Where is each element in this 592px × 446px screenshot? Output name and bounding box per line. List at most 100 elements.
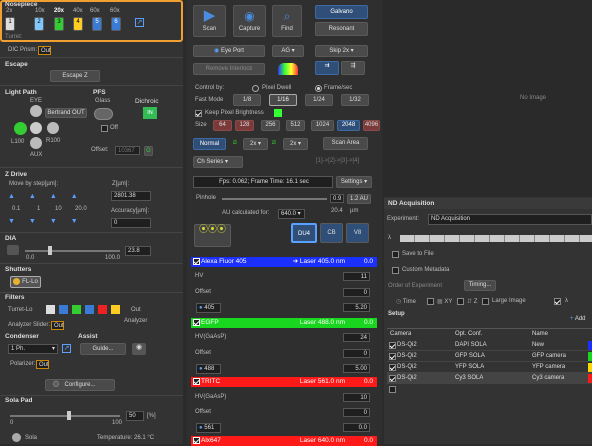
ratio-1-24[interactable]: 1/24 [305, 94, 333, 106]
nd-tab-xy-checkbox[interactable] [457, 298, 464, 305]
row-checkbox[interactable] [389, 353, 396, 360]
size-4096[interactable]: 4096 [363, 120, 380, 131]
eye-port-knob[interactable] [30, 105, 42, 117]
pfs-off-checkbox[interactable] [101, 125, 108, 132]
lambda-bar[interactable] [400, 235, 592, 242]
nd-tab-time[interactable]: ◷ Time [396, 298, 416, 305]
ch2-wl-value[interactable]: 5.00 [343, 364, 370, 373]
row-checkbox[interactable] [389, 375, 396, 382]
skip-select[interactable]: Skip 2x ▾ [315, 45, 368, 57]
sola-value[interactable]: 50 [126, 411, 144, 421]
nd-tab-lambda-checkbox[interactable] [554, 298, 561, 305]
analyzer-slider-value[interactable]: Out [51, 321, 64, 330]
ch2-hv-value[interactable]: 24 [343, 333, 370, 342]
pinhole-value[interactable]: 0.9 [330, 194, 344, 203]
spectrum-icon[interactable] [278, 63, 298, 75]
step-1[interactable]: 1 [37, 206, 40, 212]
z-up-icons[interactable]: ▲▲▲▲ [8, 193, 98, 201]
dia-value[interactable]: 23.8 [125, 246, 151, 256]
accuracy-field[interactable]: 0 [111, 218, 151, 228]
find-button[interactable]: ⌕ Find [272, 5, 302, 37]
sola-slider[interactable] [10, 415, 120, 417]
aux-knob[interactable] [30, 137, 42, 149]
z-down-icons[interactable]: ▼▼▼▼ [8, 218, 98, 226]
ch1-offset-value[interactable]: 0 [343, 288, 370, 297]
objective-4[interactable]: 4 [73, 17, 83, 31]
pinhole-slider[interactable] [222, 198, 327, 200]
dic-value[interactable]: Out [38, 46, 51, 55]
detector-selector-button[interactable]: ⦿⦿⦿ [194, 224, 231, 247]
dichroic-in-button[interactable]: IN [143, 107, 157, 119]
filter-cube-3[interactable] [72, 305, 81, 314]
keep-brightness-checkbox[interactable] [195, 110, 202, 117]
scan-button[interactable]: ▶ Scan [193, 5, 226, 37]
step-20[interactable]: 20.0 [75, 206, 87, 212]
channel-405-bar[interactable]: Alexa Fluor 405 ➜ Laser 405.0 nm 0.0 [191, 257, 377, 267]
dia-slider-thumb[interactable] [48, 246, 52, 255]
add-button[interactable]: + Add [570, 316, 586, 322]
au-calc-field[interactable]: 640.0 ▾ [278, 209, 305, 219]
ch1-wl-value[interactable]: 5.20 [343, 303, 370, 312]
custom-metadata-checkbox[interactable] [392, 267, 399, 274]
normal-button[interactable]: Normal [193, 138, 226, 150]
nd-tab-xy[interactable]: ▦ XY [437, 298, 452, 305]
v8-button[interactable]: V8 [346, 223, 369, 243]
bertrand-button[interactable]: Bertrand OUT [45, 108, 87, 118]
ch1-wl[interactable]: ● 405 [196, 303, 221, 313]
channel-640-checkbox[interactable] [193, 437, 200, 444]
eye-port-button[interactable]: ◉ Eye Port [193, 45, 265, 57]
table-row[interactable] [387, 340, 592, 351]
ch-series-select[interactable]: Ch Series ▾ [193, 156, 243, 168]
row-checkbox[interactable] [389, 342, 396, 349]
ch3-wl-value[interactable]: 0.0 [343, 423, 370, 432]
filter-cube-4[interactable] [85, 305, 94, 314]
zoom-select-2[interactable]: 2x ▾ [283, 138, 308, 150]
channel-488-checkbox[interactable] [193, 319, 200, 326]
pinhole-au-button[interactable]: 1.2 AU [347, 194, 371, 204]
ch1-hv-value[interactable]: 11 [343, 272, 370, 281]
scan-area-button[interactable]: Scan Area [323, 137, 368, 150]
filter-cube-1[interactable] [46, 305, 55, 314]
filter-cube-6[interactable] [111, 305, 120, 314]
fl-lo-shutter[interactable]: FL-Lo [10, 276, 41, 288]
guide-button[interactable]: Guide... [80, 343, 126, 355]
nd-tab-time-checkbox[interactable] [427, 298, 434, 305]
sola-slider-thumb[interactable] [67, 411, 71, 420]
size-64[interactable]: 64 [213, 120, 232, 131]
channel-640-bar[interactable]: Alx647 Laser 640.0 nm 0.0 [191, 436, 377, 446]
objective-3[interactable]: 3 [54, 17, 64, 31]
remove-interlock-button[interactable]: Remove Interlock [193, 63, 265, 75]
camera-icon[interactable]: ◉ [132, 343, 146, 355]
channel-405-checkbox[interactable] [193, 258, 200, 265]
resonant-button[interactable]: Resonant [315, 22, 368, 36]
dia-lamp-icon[interactable] [7, 245, 19, 255]
galvano-button[interactable]: Galvano [315, 5, 368, 19]
objective-2[interactable]: 2 [34, 17, 44, 31]
filter-cube-2[interactable] [59, 305, 68, 314]
size-512[interactable]: 512 [286, 120, 305, 131]
filter-cube-5[interactable] [98, 305, 107, 314]
settings-button[interactable]: Settings ▾ [336, 176, 372, 188]
nd-tab-large-image[interactable]: Large Image [492, 298, 526, 304]
ratio-1-16[interactable]: 1/16 [269, 94, 297, 106]
pfs-set-button[interactable]: G [144, 146, 153, 156]
objective-5[interactable]: 5 [92, 17, 102, 31]
condenser-select[interactable]: 1 Ph. ▾ [8, 344, 58, 354]
scan-direction-1[interactable]: ⇉ [315, 61, 339, 75]
channel-561-bar[interactable]: TRITC Laser 561.0 nm 0.0 [191, 377, 377, 387]
ch3-offset-value[interactable]: 0 [343, 408, 370, 417]
channel-561-checkbox[interactable] [193, 378, 200, 385]
nd-tab-lambda[interactable]: λ [565, 298, 568, 304]
cb-button[interactable]: CB [320, 223, 343, 243]
condenser-expand-icon[interactable]: ↗ [62, 344, 71, 353]
scan-direction-2[interactable]: ⇶ [341, 61, 365, 75]
nd-tab-z-checkbox[interactable] [482, 298, 489, 305]
zoom-icon-1[interactable]: ⧄ [233, 140, 237, 147]
l100-knob[interactable] [14, 122, 27, 135]
du4-button[interactable]: DU4 [291, 223, 317, 243]
z-value-field[interactable]: 2801.38 [111, 191, 151, 201]
frame-sec-radio[interactable] [315, 85, 322, 92]
ag-select[interactable]: AG ▾ [272, 45, 304, 57]
sola-power-icon[interactable] [12, 433, 21, 442]
ch3-hv-value[interactable]: 10 [343, 393, 370, 402]
